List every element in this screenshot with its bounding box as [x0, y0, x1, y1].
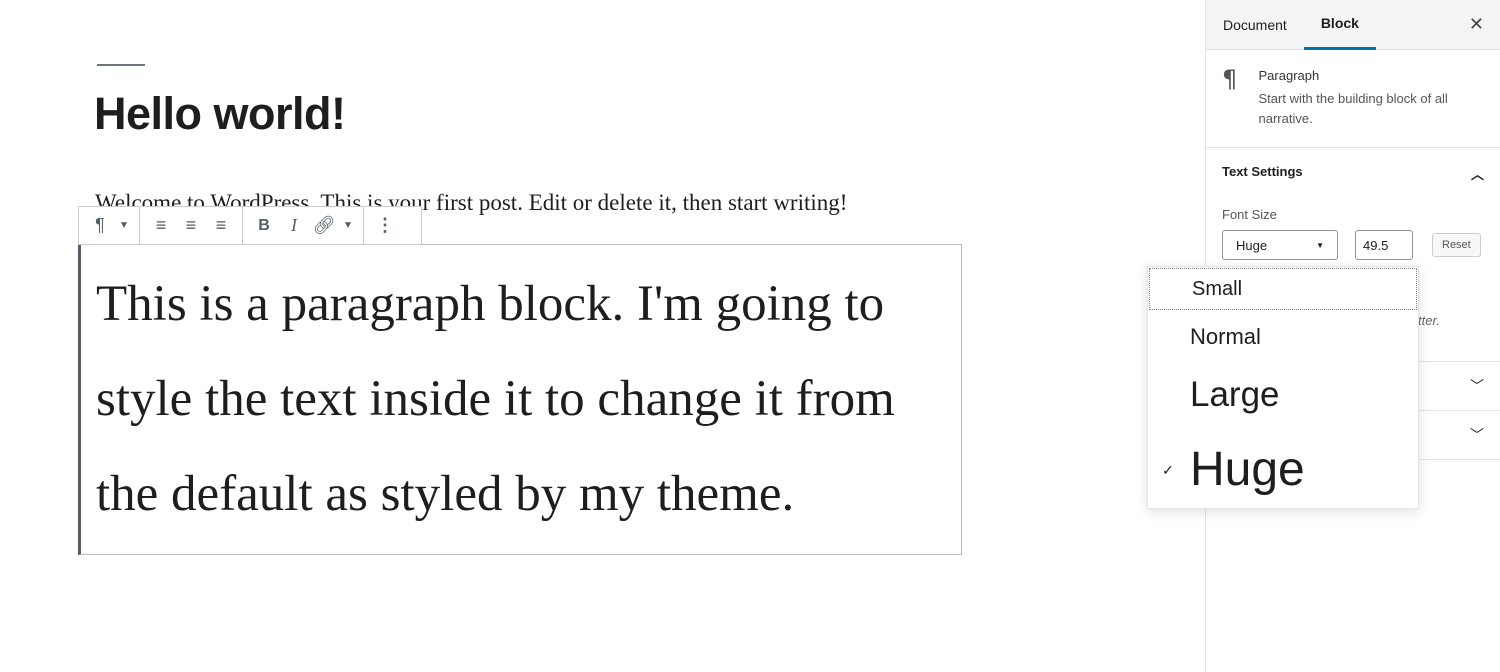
option-normal[interactable]: Normal [1148, 311, 1418, 361]
bold-icon[interactable]: B [249, 208, 279, 244]
option-label: Small [1192, 278, 1243, 300]
post-title[interactable]: Hello world! [94, 88, 346, 140]
block-toolbar: ¶ ▼ ≡ ≡ ≡ B I 🔗︎ ▼ ⋮ [78, 206, 422, 245]
option-label: Large [1190, 375, 1280, 414]
font-size-dropdown: Small Normal Large ✓ Huge [1147, 266, 1419, 509]
block-name: Paragraph [1258, 68, 1320, 83]
option-large[interactable]: Large [1148, 361, 1418, 429]
block-description: Start with the building block of all nar… [1258, 91, 1448, 126]
italic-icon[interactable]: I [279, 208, 309, 244]
align-center-icon[interactable]: ≡ [176, 208, 206, 244]
more-options-icon[interactable]: ⋮ [370, 208, 400, 244]
chevron-down-icon: ﹀ [1470, 378, 1484, 394]
font-size-label: Font Size [1222, 207, 1277, 222]
option-label: Normal [1190, 324, 1261, 349]
text-settings-toggle[interactable]: Text Settings ︿ [1222, 164, 1484, 183]
paragraph-block[interactable]: This is a paragraph block. I'm going to … [78, 244, 962, 555]
tab-block[interactable]: Block [1303, 0, 1376, 50]
reset-button[interactable]: Reset [1432, 233, 1481, 257]
paragraph-icon[interactable]: ¶ [85, 208, 115, 244]
drop-cap-hint: tter. [1418, 313, 1440, 328]
caret-down-icon: ▼ [1316, 241, 1324, 250]
link-icon[interactable]: 🔗︎ [309, 208, 339, 244]
option-huge[interactable]: ✓ Huge [1148, 429, 1418, 507]
block-type-dropdown-icon[interactable]: ▼ [115, 208, 133, 244]
option-label: Huge [1190, 443, 1305, 496]
font-size-select[interactable]: Huge ▼ [1222, 230, 1338, 260]
text-settings-heading: Text Settings [1222, 164, 1303, 179]
text-settings-panel: Text Settings ︿ Font Size Huge ▼ 49.5 Rese… [1206, 148, 1500, 276]
font-size-selected: Huge [1236, 238, 1268, 253]
align-left-icon[interactable]: ≡ [146, 208, 176, 244]
chevron-down-icon: ﹀ [1470, 427, 1484, 443]
font-size-input[interactable]: 49.5 [1355, 230, 1413, 260]
chevron-up-icon: ︿ [1470, 167, 1484, 182]
more-formats-dropdown-icon[interactable]: ▼ [339, 208, 357, 244]
title-separator [97, 64, 145, 66]
tab-document[interactable]: Document [1206, 0, 1304, 50]
block-card: ¶ Paragraph Start with the building bloc… [1206, 50, 1500, 148]
align-right-icon[interactable]: ≡ [206, 208, 236, 244]
option-small[interactable]: Small [1149, 268, 1417, 310]
close-icon[interactable]: ✕ [1469, 14, 1484, 35]
check-icon: ✓ [1162, 462, 1174, 478]
paragraph-icon: ¶ [1222, 65, 1238, 93]
paragraph-block-text[interactable]: This is a paragraph block. I'm going to … [96, 257, 956, 542]
